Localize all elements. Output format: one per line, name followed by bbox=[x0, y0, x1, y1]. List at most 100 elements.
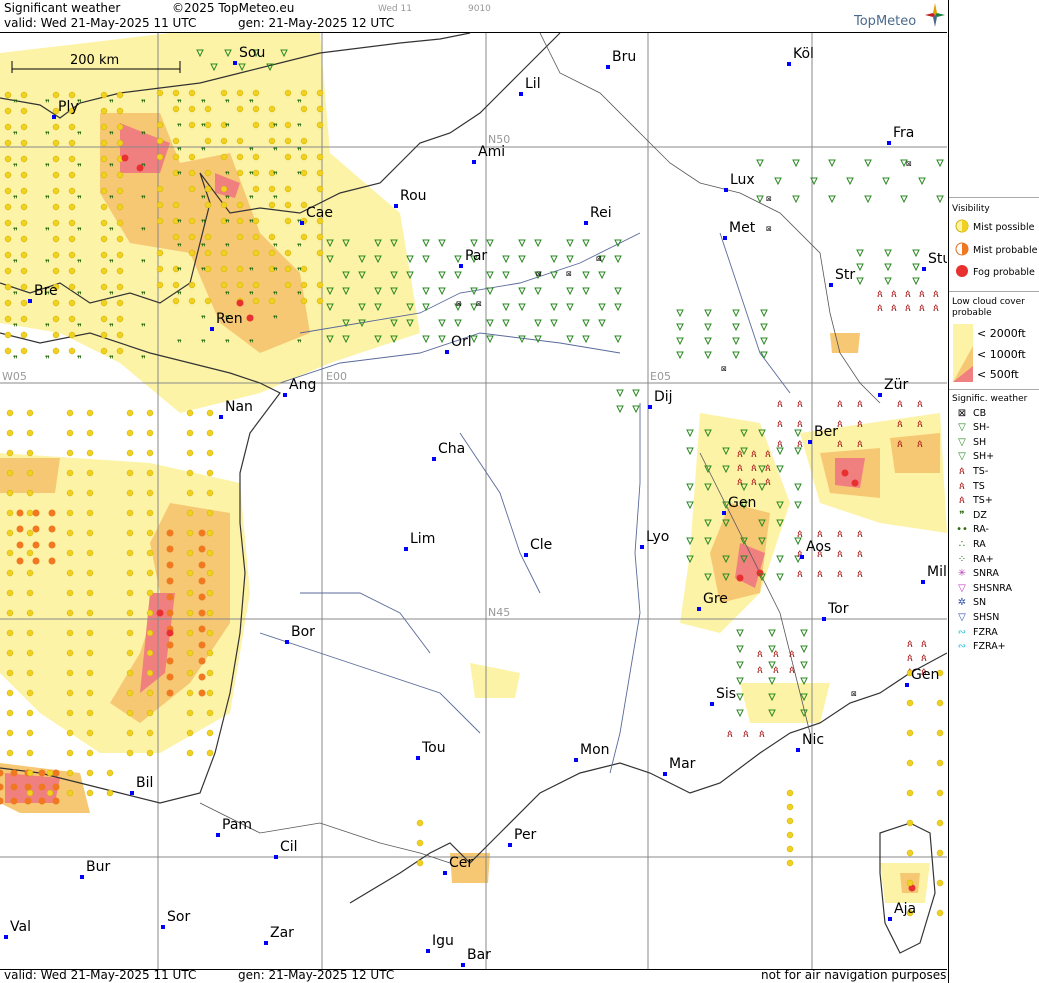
wx-symbol-mist bbox=[252, 281, 260, 289]
city-label[interactable]: Bru bbox=[612, 49, 636, 65]
wx-symbol-mist bbox=[86, 549, 94, 557]
city-label[interactable]: Cha bbox=[438, 441, 465, 457]
city-label[interactable]: Met bbox=[729, 220, 755, 236]
wx-symbol-sh bbox=[438, 319, 446, 328]
wx-symbol-mist bbox=[206, 429, 214, 437]
city-label[interactable]: Val bbox=[10, 919, 31, 935]
city-label[interactable]: Aja bbox=[894, 901, 916, 917]
city-label[interactable]: Bar bbox=[467, 947, 491, 963]
wx-symbol-cb: ⊠ bbox=[476, 300, 482, 308]
city-label[interactable]: Pam bbox=[222, 817, 252, 833]
wx-symbol-mist bbox=[252, 89, 260, 97]
city-label[interactable]: Cle bbox=[530, 537, 552, 553]
city-label[interactable]: Ber bbox=[814, 424, 838, 440]
ts-icon: ጰ bbox=[959, 480, 965, 492]
wx-symbol-mist bbox=[186, 649, 194, 657]
wx-symbol-dz: ❞ bbox=[109, 131, 114, 141]
city-label[interactable]: Sou bbox=[239, 45, 265, 61]
wx-symbol-dz: ❞ bbox=[177, 243, 182, 253]
wx-symbol-mist bbox=[146, 509, 154, 517]
city-label[interactable]: Orl bbox=[451, 334, 472, 350]
city-label[interactable]: Ami bbox=[478, 144, 505, 160]
city-label[interactable]: Köl bbox=[793, 46, 814, 62]
city-label[interactable]: Bre bbox=[34, 283, 58, 299]
wx-symbol-dz: ❞ bbox=[201, 267, 206, 277]
city-label[interactable]: Ang bbox=[289, 377, 316, 393]
city-label[interactable]: Stu bbox=[928, 251, 947, 267]
city-label[interactable]: Per bbox=[514, 827, 536, 843]
city-label[interactable]: Zür bbox=[884, 377, 908, 393]
wx-symbol-mist bbox=[126, 449, 134, 457]
city-label[interactable]: Nic bbox=[802, 732, 824, 748]
wx-symbol-ts: ጰ bbox=[933, 303, 939, 314]
city-label[interactable]: Gen bbox=[911, 667, 939, 683]
wx-symbol-sh bbox=[518, 239, 526, 248]
city-label[interactable]: Ren bbox=[216, 311, 243, 327]
legend-signif-snra: ✳ SNRA bbox=[953, 567, 999, 581]
city-label[interactable]: Sor bbox=[167, 909, 190, 925]
wx-symbol-dz: ❞ bbox=[109, 291, 114, 301]
city-label[interactable]: Bor bbox=[291, 624, 315, 640]
wx-symbol-ts: ጰ bbox=[837, 399, 843, 410]
city-label[interactable]: Aos bbox=[806, 539, 831, 555]
wx-symbol-mistp bbox=[38, 797, 46, 805]
wx-symbol-mist bbox=[906, 849, 914, 857]
city-label[interactable]: Mar bbox=[669, 756, 695, 772]
city-label[interactable]: Rou bbox=[400, 188, 427, 204]
city-label[interactable]: Fra bbox=[893, 125, 914, 141]
wx-symbol-dz: ❞ bbox=[201, 339, 206, 349]
wx-symbol-mist bbox=[316, 249, 324, 257]
wx-symbol-mist bbox=[220, 89, 228, 97]
topmeteo-logo[interactable]: TopMeteo bbox=[854, 14, 916, 29]
wx-symbol-sh bbox=[936, 195, 944, 204]
wx-symbol-sh bbox=[566, 287, 574, 296]
wx-symbol-sh bbox=[828, 159, 836, 168]
city-label[interactable]: Lux bbox=[730, 172, 755, 188]
city-label[interactable]: Rei bbox=[590, 205, 612, 221]
city-label[interactable]: Tor bbox=[828, 601, 849, 617]
city-label[interactable]: Ply bbox=[58, 99, 79, 115]
wx-symbol-ts: ጰ bbox=[917, 419, 923, 430]
city-label[interactable]: Cae bbox=[306, 205, 333, 221]
wx-symbol-mist bbox=[86, 769, 94, 777]
city-label[interactable]: Par bbox=[465, 248, 487, 264]
city-label[interactable]: Mon bbox=[580, 742, 610, 758]
wx-symbol-mist bbox=[236, 153, 244, 161]
wx-symbol-mist bbox=[4, 187, 12, 195]
city-label[interactable]: Gen bbox=[728, 495, 756, 511]
wx-symbol-sh bbox=[792, 195, 800, 204]
city-label[interactable]: Cil bbox=[280, 839, 298, 855]
wx-symbol-mist bbox=[68, 171, 76, 179]
significant-weather-map[interactable]: ❞ ❞ ❞ ❞ ❞ ❞ ❞ ❞ ❞ ❞ ❞ ❞ ❞ ❞ ❞ ❞ ❞ ❞ ❞ ❞ ❞ ❞ ❞ ❞ ❞ ❞ ❞ ❞ ❞ ❞ ❞ ❞ ❞ ❞ ❞ ❞ ❞ ❞ ❞ ❞… bbox=[0, 32, 947, 970]
city-label[interactable]: Cer bbox=[449, 855, 473, 871]
city-label[interactable]: Str bbox=[835, 267, 855, 283]
wx-symbol-mist bbox=[300, 137, 308, 145]
wx-symbol-dz: ❞ bbox=[141, 355, 146, 365]
city-label[interactable]: Bil bbox=[136, 775, 153, 791]
city-label[interactable]: Lim bbox=[410, 531, 435, 547]
city-label[interactable]: Bur bbox=[86, 859, 110, 875]
wx-symbol-ts: ጰ bbox=[773, 665, 779, 676]
wx-symbol-sh bbox=[518, 287, 526, 296]
city-label[interactable]: Zar bbox=[270, 925, 294, 941]
city-label[interactable]: Sis bbox=[716, 686, 736, 702]
wx-symbol-mist bbox=[86, 689, 94, 697]
wx-symbol-mist bbox=[116, 347, 124, 355]
city-label[interactable]: Lyo bbox=[646, 529, 669, 545]
wx-symbol-mistp bbox=[48, 557, 56, 565]
ra--icon: ⁘ bbox=[957, 553, 967, 565]
city-label[interactable]: Igu bbox=[432, 933, 454, 949]
city-label[interactable]: Dij bbox=[654, 389, 673, 405]
city-marker bbox=[508, 843, 512, 847]
city-label[interactable]: Gre bbox=[703, 591, 728, 607]
wx-symbol-mist bbox=[4, 91, 12, 99]
city-label[interactable]: Nan bbox=[225, 399, 253, 415]
wx-symbol-mist bbox=[156, 137, 164, 145]
wx-symbol-mist bbox=[126, 669, 134, 677]
wx-symbol-mist bbox=[206, 549, 214, 557]
wx-symbol-mistp bbox=[166, 609, 174, 617]
city-label[interactable]: Lil bbox=[525, 76, 541, 92]
city-label[interactable]: Tou bbox=[422, 740, 446, 756]
city-label[interactable]: Mil bbox=[927, 564, 947, 580]
wx-symbol-sh bbox=[502, 319, 510, 328]
